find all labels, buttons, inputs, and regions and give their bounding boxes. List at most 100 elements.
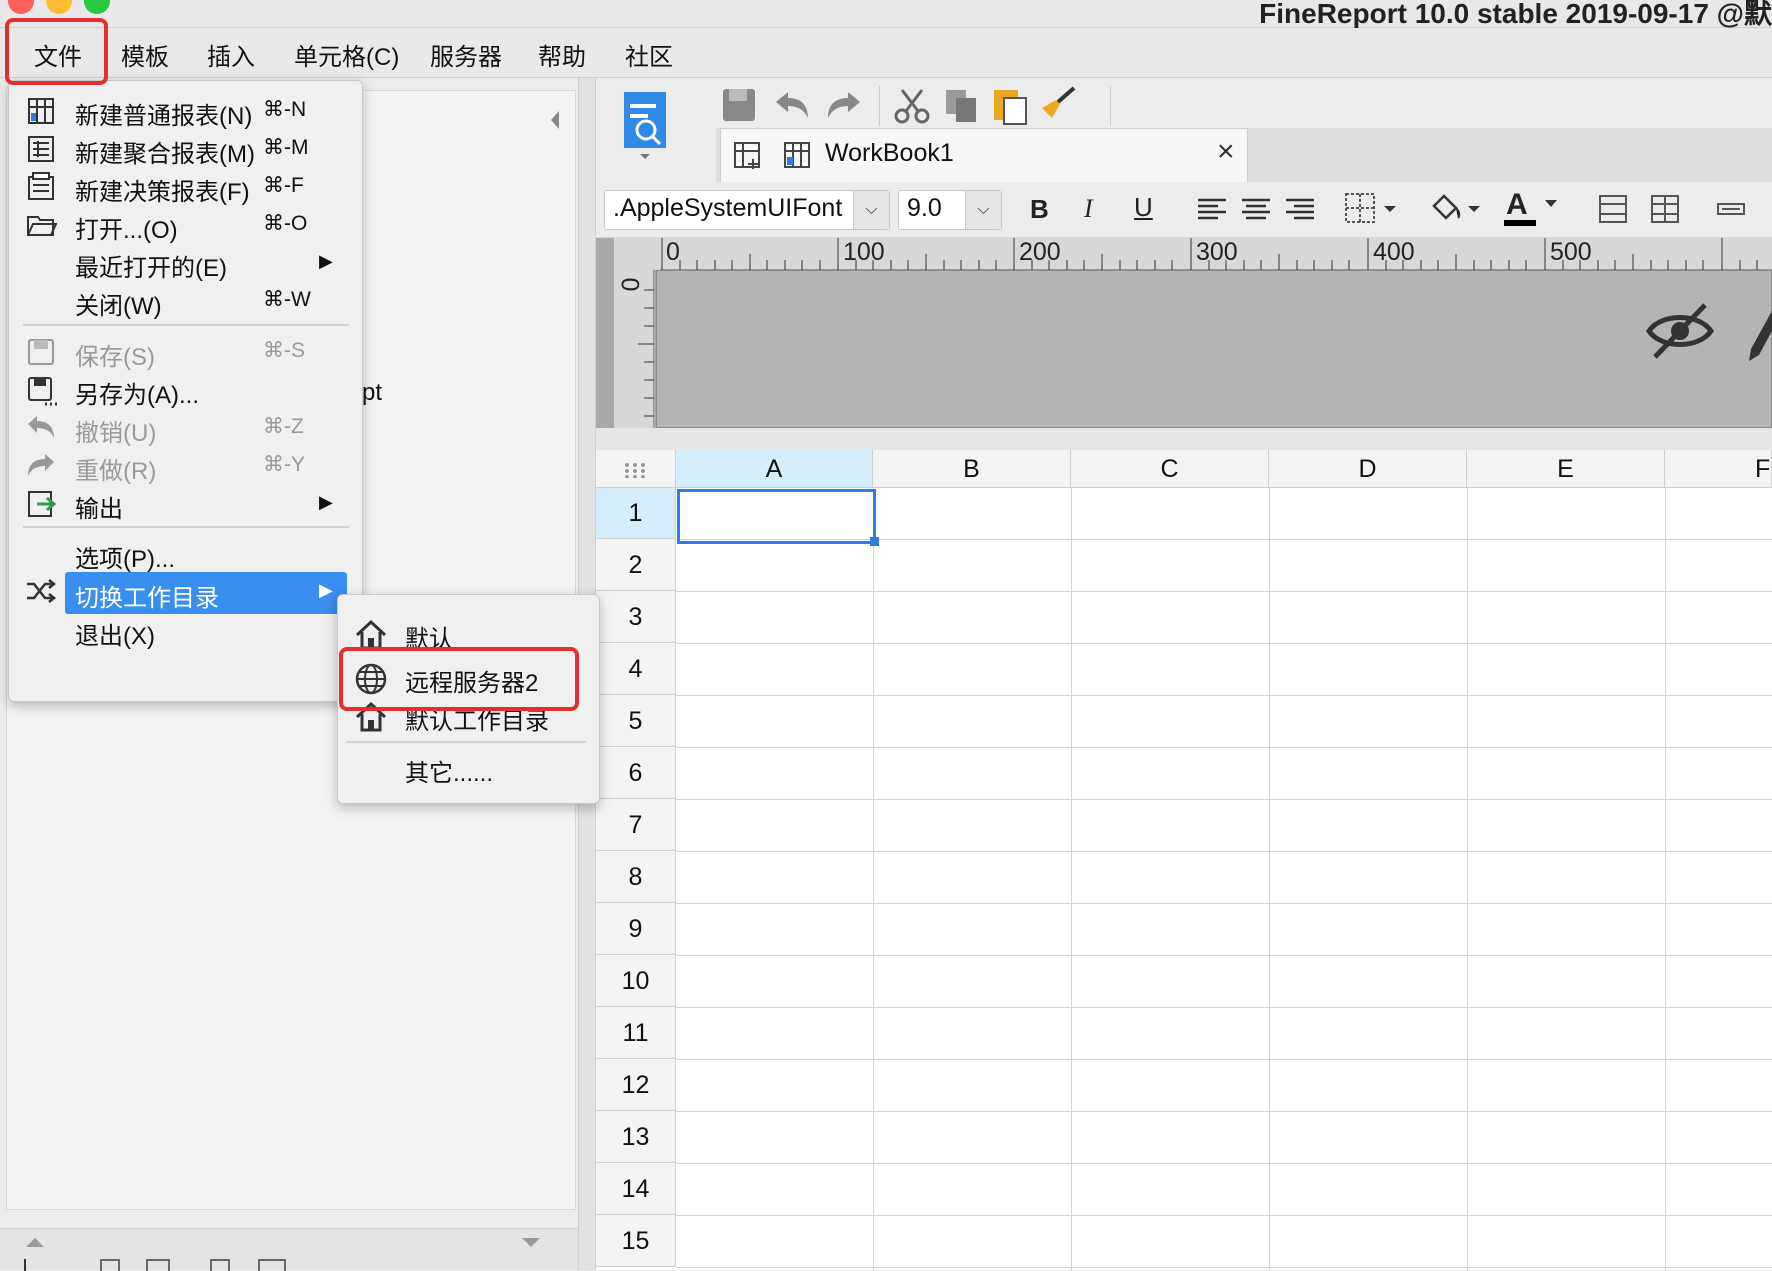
report-header-band — [656, 270, 1772, 428]
row-header[interactable]: 14 — [596, 1163, 676, 1215]
file-icon[interactable] — [210, 1259, 230, 1271]
format-toolbar: .AppleSystemUIFont ⌵ 9.0 ⌵ B I U A — [596, 182, 1772, 238]
fill-handle[interactable] — [870, 537, 879, 546]
row-header[interactable]: 15 — [596, 1215, 676, 1267]
font-color-button[interactable]: A — [1506, 188, 1528, 222]
row-header[interactable]: 9 — [596, 903, 676, 955]
save-icon — [28, 339, 54, 365]
scroll-down-icon[interactable] — [520, 1235, 542, 1249]
edit-pencil-icon[interactable] — [1747, 303, 1772, 363]
row-header[interactable]: 1 — [596, 488, 676, 539]
chevron-down-icon[interactable]: ⌵ — [965, 191, 1001, 229]
submenu-arrow-icon: ▶ — [319, 251, 333, 271]
column-header[interactable]: D — [1269, 450, 1467, 488]
save-toolbar-icon[interactable] — [720, 86, 758, 124]
column-header[interactable]: E — [1467, 450, 1665, 488]
ruler-grid-gap — [596, 428, 1772, 450]
font-family-select[interactable]: .AppleSystemUIFont ⌵ — [604, 190, 890, 230]
row-header[interactable]: 8 — [596, 851, 676, 903]
menu-item-open[interactable]: 打开...(O) ⌘-O — [9, 205, 364, 245]
scroll-up-icon[interactable] — [24, 1235, 46, 1249]
tab-workbook1[interactable]: WorkBook1 × — [720, 128, 1248, 182]
chevron-down-icon[interactable] — [1544, 198, 1558, 210]
redo-icon — [28, 454, 54, 476]
format-painter-icon[interactable] — [1038, 84, 1078, 126]
row-header[interactable]: 6 — [596, 747, 676, 799]
menu-server[interactable]: 服务器 — [430, 37, 502, 72]
column-header[interactable]: B — [873, 450, 1071, 488]
split-cells-icon[interactable] — [1650, 192, 1680, 226]
row-header[interactable]: 3 — [596, 591, 676, 643]
row-header[interactable]: 2 — [596, 539, 676, 591]
edit-icon[interactable] — [100, 1259, 120, 1271]
menu-insert[interactable]: 插入 — [207, 37, 255, 72]
row-header[interactable]: 11 — [596, 1007, 676, 1059]
ruler-corner — [614, 238, 660, 270]
menu-item-recent[interactable]: 最近打开的(E) ▶ — [9, 243, 364, 283]
undo-toolbar-icon[interactable] — [772, 88, 812, 122]
bold-button[interactable]: B — [1030, 194, 1049, 225]
highlight-file-menu — [5, 18, 108, 85]
hide-eye-icon[interactable] — [1645, 301, 1715, 363]
row-header[interactable]: 12 — [596, 1059, 676, 1111]
new-sheet-icon[interactable] — [733, 141, 763, 171]
redo-toolbar-icon[interactable] — [824, 88, 864, 122]
delete-icon[interactable] — [146, 1259, 170, 1271]
row-header[interactable]: 4 — [596, 643, 676, 695]
paste-icon[interactable] — [990, 84, 1030, 126]
menu-item-save: 保存(S) ⌘-S — [9, 332, 364, 372]
title-bar: FineReport 10.0 stable 2019-09-17 @默 — [0, 0, 1772, 29]
menu-item-new-aggregate[interactable]: 新建聚合报表(M) ⌘-M — [9, 129, 364, 169]
font-size-select[interactable]: 9.0 ⌵ — [898, 190, 1002, 230]
zoom-window-button[interactable] — [84, 0, 110, 14]
align-left-icon[interactable] — [1196, 196, 1228, 224]
menu-community[interactable]: 社区 — [625, 37, 673, 72]
folder-icon[interactable] — [258, 1259, 286, 1271]
close-window-button[interactable] — [8, 0, 34, 14]
menu-template[interactable]: 模板 — [121, 37, 169, 72]
menu-item-new-decision[interactable]: 新建决策报表(F) ⌘-F — [9, 167, 364, 207]
collapse-arrow-icon[interactable] — [543, 103, 567, 137]
select-all-corner[interactable] — [596, 450, 676, 488]
menu-item-options[interactable]: 选项(P)... — [9, 534, 364, 574]
underline-button[interactable]: U — [1134, 192, 1153, 223]
column-header[interactable]: A — [676, 450, 873, 488]
border-icon[interactable] — [1344, 192, 1400, 226]
chevron-down-icon[interactable]: ⌵ — [853, 191, 889, 229]
menu-cell[interactable]: 单元格(C) — [294, 37, 399, 72]
menu-item-switch-workdir[interactable]: 切换工作目录 ▶ — [65, 572, 347, 614]
merge-cells-icon[interactable] — [1598, 192, 1628, 226]
close-tab-icon[interactable]: × — [1217, 135, 1235, 169]
column-header[interactable]: C — [1071, 450, 1269, 488]
menu-bar: 文件 模板 插入 单元格(C) 服务器 帮助 社区 — [0, 28, 1772, 78]
menu-item-save-as[interactable]: 另存为(A)... — [9, 370, 364, 410]
row-header[interactable]: 7 — [596, 799, 676, 851]
vertical-ruler-ticks — [638, 289, 654, 417]
copy-icon[interactable] — [942, 86, 982, 126]
menu-item-close[interactable]: 关闭(W) ⌘-W — [9, 281, 364, 321]
font-size-value: 9.0 — [907, 194, 942, 222]
menu-item-export[interactable]: 输出 ▶ — [9, 484, 364, 524]
preview-icon[interactable] — [622, 90, 668, 162]
align-right-icon[interactable] — [1284, 196, 1316, 224]
row-header[interactable]: 5 — [596, 695, 676, 747]
selected-cell-a1[interactable] — [677, 489, 876, 544]
add-icon[interactable] — [24, 1259, 26, 1271]
ruler-label: 0 — [666, 238, 680, 266]
submenu-item-other[interactable]: 其它...... — [338, 747, 601, 789]
row-header[interactable]: 10 — [596, 955, 676, 1007]
menu-item-exit[interactable]: 退出(X) — [9, 611, 364, 651]
column-header[interactable]: F — [1665, 450, 1772, 488]
minimize-window-button[interactable] — [46, 0, 72, 14]
grid-report-icon — [28, 98, 54, 124]
fill-color-icon[interactable] — [1428, 190, 1484, 226]
row-header[interactable]: 13 — [596, 1111, 676, 1163]
align-center-icon[interactable] — [1240, 196, 1272, 224]
widget-icon[interactable] — [1716, 200, 1746, 220]
italic-button[interactable]: I — [1084, 194, 1093, 224]
menu-item-new-report[interactable]: 新建普通报表(N) ⌘-N — [9, 91, 364, 131]
menu-help[interactable]: 帮助 — [538, 37, 586, 72]
spreadsheet-grid[interactable]: A B C D E F 1 2 3 4 5 6 7 8 9 10 11 12 1… — [596, 450, 1772, 1270]
cut-icon[interactable] — [892, 86, 932, 126]
column-header-label: F — [1755, 455, 1771, 483]
